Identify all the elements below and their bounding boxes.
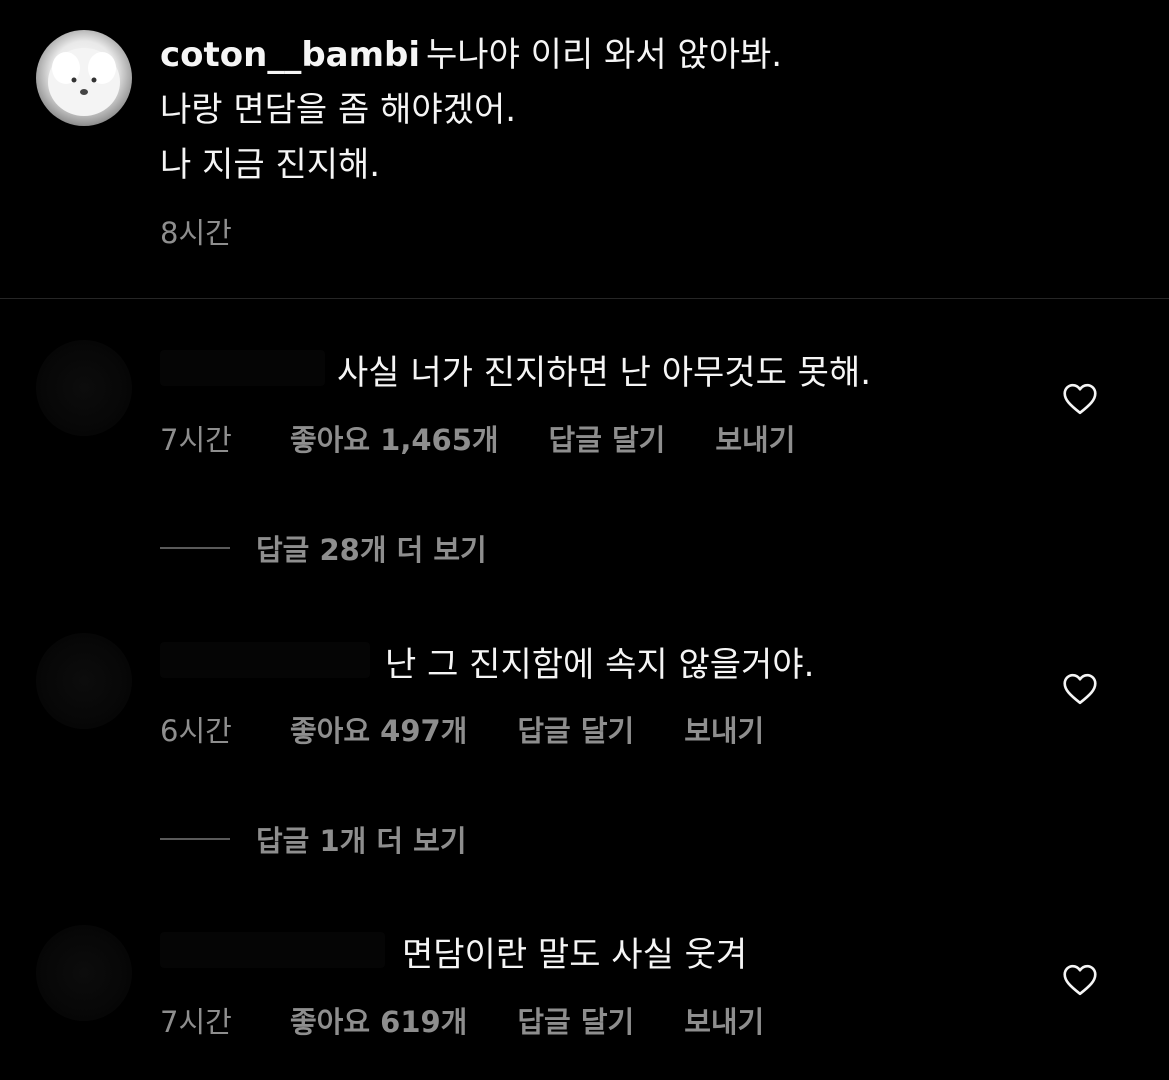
comment-avatar[interactable] — [36, 925, 132, 1021]
post-username[interactable]: coton__bambi — [160, 35, 420, 75]
view-replies-button[interactable]: 답글 28개 더 보기 — [160, 527, 487, 569]
comment-avatar[interactable] — [36, 633, 132, 729]
comment-text: 난 그 진지함에 속지 않을거야. — [385, 645, 815, 685]
post-caption: coton__bambi 누나야 이리 와서 앉아봐. 나랑 면담을 좀 해야겠어… — [160, 28, 1120, 193]
reply-button[interactable]: 답글 달기 — [517, 708, 634, 750]
comment-meta: 6시간 좋아요 497개 답글 달기 보내기 — [160, 708, 764, 750]
divider — [0, 298, 1169, 299]
reply-line — [160, 838, 230, 840]
send-button[interactable]: 보내기 — [684, 708, 764, 750]
reply-button[interactable]: 답글 달기 — [549, 417, 666, 459]
send-button[interactable]: 보내기 — [715, 417, 795, 459]
post-line-1: 누나야 이리 와서 앉아봐. — [426, 35, 783, 75]
view-replies-label: 답글 28개 더 보기 — [256, 533, 487, 567]
send-button[interactable]: 보내기 — [684, 999, 764, 1041]
likes-count[interactable]: 좋아요 1,465개 — [290, 417, 499, 459]
likes-count[interactable]: 좋아요 497개 — [290, 708, 467, 750]
reply-line — [160, 547, 230, 549]
heart-icon[interactable] — [1062, 673, 1098, 705]
comment-timestamp: 7시간 — [160, 1005, 232, 1039]
comment-avatar[interactable] — [36, 340, 132, 436]
reply-button[interactable]: 답글 달기 — [517, 999, 634, 1041]
redacted-username — [160, 932, 385, 968]
comment-meta: 7시간 좋아요 1,465개 답글 달기 보내기 — [160, 417, 795, 459]
comment-text: 사실 너가 진지하면 난 아무것도 못해. — [337, 353, 872, 393]
redacted-username — [160, 642, 370, 678]
redacted-username — [160, 350, 325, 386]
post-timestamp: 8시간 — [160, 216, 232, 250]
comment-timestamp: 6시간 — [160, 714, 232, 748]
view-replies-label: 답글 1개 더 보기 — [256, 824, 467, 858]
comment-text: 면담이란 말도 사실 웃겨 — [402, 935, 748, 975]
post-line-2: 나랑 면담을 좀 해야겠어. — [160, 90, 517, 130]
avatar[interactable] — [36, 30, 132, 126]
comment-meta: 7시간 좋아요 619개 답글 달기 보내기 — [160, 999, 764, 1041]
post-line-3: 나 지금 진지해. — [160, 145, 381, 185]
dog-avatar-icon — [48, 48, 120, 116]
heart-icon[interactable] — [1062, 383, 1098, 415]
comment-timestamp: 7시간 — [160, 423, 232, 457]
view-replies-button[interactable]: 답글 1개 더 보기 — [160, 818, 467, 860]
heart-icon[interactable] — [1062, 964, 1098, 996]
likes-count[interactable]: 좋아요 619개 — [290, 999, 467, 1041]
